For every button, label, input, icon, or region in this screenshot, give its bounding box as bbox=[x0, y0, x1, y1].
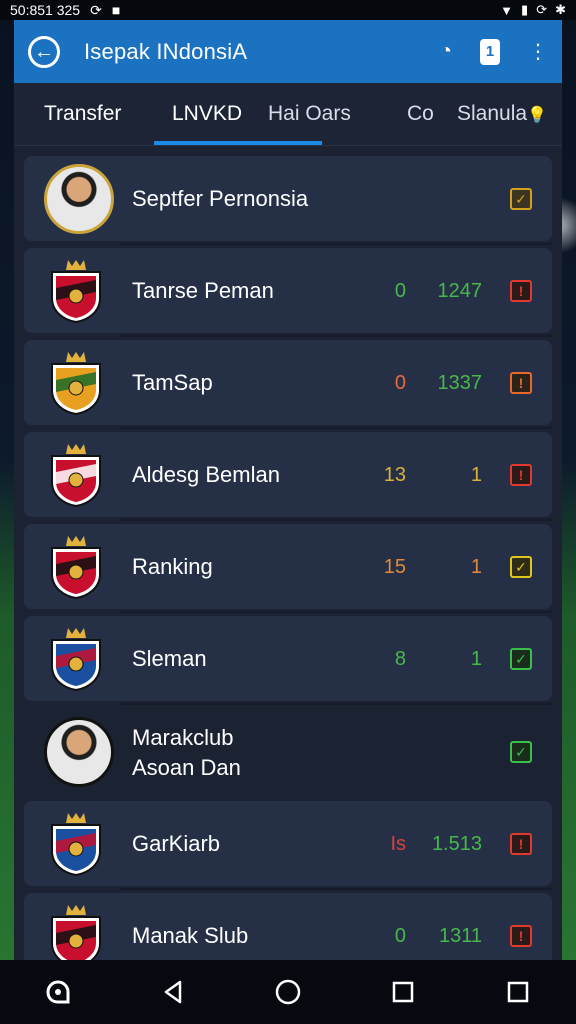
list-item[interactable]: Manak Slub 0 1311! bbox=[24, 893, 552, 960]
tab-co[interactable]: Co bbox=[407, 102, 434, 126]
tab-slanula[interactable]: Slanula💡 bbox=[457, 102, 547, 126]
active-tab-indicator bbox=[154, 141, 322, 145]
sync-icon: ⟳ bbox=[90, 1, 102, 18]
list-item[interactable]: GarKiarb Is 1.513! bbox=[24, 801, 552, 890]
team-stat-secondary: 1 bbox=[470, 556, 482, 578]
row-divider bbox=[120, 611, 552, 613]
back-button[interactable]: ← bbox=[28, 35, 60, 68]
team-stat-secondary: 1 bbox=[470, 648, 482, 670]
square-icon bbox=[508, 981, 529, 1003]
status-badge-icon[interactable]: ! bbox=[510, 280, 532, 302]
status-badge-icon[interactable]: ! bbox=[510, 925, 532, 947]
status-badge-icon[interactable]: ✓ bbox=[510, 188, 532, 210]
app-frame: ← Isepak INdonsiA ◔ 1 ⋮ Transfer LNVKD H… bbox=[14, 20, 562, 960]
team-stat-secondary: 1337 bbox=[437, 372, 483, 394]
team-stat-secondary: 1.513 bbox=[431, 833, 482, 855]
chat-icon[interactable]: ◔ bbox=[440, 40, 452, 63]
team-stat-primary: 0 bbox=[394, 372, 406, 394]
team-name: TamSap bbox=[132, 370, 213, 395]
tab-bar: Transfer LNVKD Hai Oars Co Slanula💡 bbox=[14, 83, 562, 146]
club-crest-icon bbox=[51, 352, 101, 416]
team-list: Septfer Pernonsia ✓ Tanrse Peman 0 1247! TamS… bbox=[14, 146, 562, 960]
avatar bbox=[44, 164, 114, 234]
app-title: Isepak INdonsiA bbox=[84, 38, 248, 64]
team-stat-secondary: 1247 bbox=[437, 280, 483, 302]
signal-icon: ▮ bbox=[521, 2, 529, 17]
team-stat-primary: 0 bbox=[394, 925, 406, 947]
team-name: Manak Slub bbox=[132, 923, 249, 948]
home-app-icon bbox=[46, 980, 70, 1004]
club-crest-icon bbox=[51, 260, 101, 324]
row-divider bbox=[120, 335, 552, 337]
list-item[interactable]: Septfer Pernonsia ✓ bbox=[24, 156, 552, 245]
status-badge-icon[interactable]: ✓ bbox=[510, 741, 532, 763]
battery-icon: ⟳ bbox=[536, 2, 548, 17]
status-badge-icon[interactable]: ! bbox=[510, 833, 532, 855]
status-time: 50:851 325 bbox=[10, 2, 81, 18]
accessibility-icon: ✱ bbox=[555, 2, 566, 17]
message-icon: ■ bbox=[111, 2, 121, 18]
list-item[interactable]: Sleman 8 1 ✓ bbox=[24, 616, 552, 705]
nav-recents[interactable] bbox=[383, 972, 423, 1012]
back-triangle-icon bbox=[164, 980, 182, 1004]
nav-home-app[interactable] bbox=[38, 972, 78, 1012]
club-crest-icon bbox=[51, 905, 101, 960]
team-stat-secondary: 1311 bbox=[438, 925, 482, 947]
status-bar: 50:851 325 ⟳ ■ ▼ ▮ ⟳ ✱ bbox=[0, 0, 576, 20]
status-badge-icon[interactable]: ! bbox=[510, 372, 532, 394]
tab-live[interactable]: LNVKD bbox=[172, 102, 242, 126]
tab-transfer[interactable]: Transfer bbox=[44, 102, 121, 126]
wifi-icon: ▼ bbox=[500, 2, 514, 18]
tab-hai-oars[interactable]: Hai Oars bbox=[268, 102, 351, 126]
app-bar: ← Isepak INdonsiA ◔ 1 ⋮ bbox=[14, 20, 562, 83]
team-stat-primary: 15 bbox=[383, 556, 406, 578]
list-item[interactable]: Marakclub Asoan Dan ✓ bbox=[24, 709, 552, 794]
team-stat-primary: 0 bbox=[394, 280, 406, 302]
more-vert-icon[interactable]: ⋮ bbox=[528, 39, 548, 64]
team-name: Marakclub Asoan Dan bbox=[132, 725, 241, 780]
notification-icon[interactable]: 1 bbox=[480, 38, 500, 65]
team-stat-secondary: 1 bbox=[470, 464, 482, 486]
recents-square-icon bbox=[392, 981, 414, 1003]
team-stat-primary: Is bbox=[390, 833, 406, 855]
row-divider bbox=[120, 427, 552, 429]
team-name: Aldesg Bemlan bbox=[132, 462, 280, 487]
list-item[interactable]: TamSap 0 1337! bbox=[24, 340, 552, 429]
club-crest-icon bbox=[51, 536, 101, 600]
status-badge-icon[interactable]: ✓ bbox=[510, 556, 532, 578]
team-stat-primary: 8 bbox=[394, 648, 406, 670]
list-item[interactable]: Tanrse Peman 0 1247! bbox=[24, 248, 552, 337]
status-badge-icon[interactable]: ✓ bbox=[510, 648, 532, 670]
club-crest-icon bbox=[51, 628, 101, 692]
list-item[interactable]: Ranking 15 1 ✓ bbox=[24, 524, 552, 613]
row-divider bbox=[120, 888, 552, 890]
home-circle-icon bbox=[275, 979, 301, 1005]
avatar bbox=[44, 717, 114, 787]
row-divider bbox=[120, 243, 552, 245]
system-nav-bar bbox=[0, 960, 576, 1024]
bulb-icon: 💡 bbox=[527, 107, 547, 124]
status-badge-icon[interactable]: ! bbox=[510, 464, 532, 486]
team-name: Ranking bbox=[132, 554, 213, 579]
team-stat-primary: 13 bbox=[383, 464, 406, 486]
nav-home[interactable] bbox=[268, 972, 308, 1012]
row-divider bbox=[120, 519, 552, 521]
team-name: Tanrse Peman bbox=[132, 278, 274, 303]
team-name: Septfer Pernonsia bbox=[132, 186, 309, 211]
tab-slanula-label: Slanula bbox=[457, 102, 528, 125]
row-divider bbox=[120, 703, 552, 705]
arrow-left-icon: ← bbox=[34, 40, 54, 63]
team-name: GarKiarb bbox=[132, 831, 221, 856]
nav-back[interactable] bbox=[153, 972, 193, 1012]
team-name: Sleman bbox=[132, 646, 207, 671]
list-item[interactable]: Aldesg Bemlan 13 1! bbox=[24, 432, 552, 521]
nav-square[interactable] bbox=[498, 972, 538, 1012]
club-crest-icon bbox=[51, 813, 101, 877]
club-crest-icon bbox=[51, 444, 101, 508]
